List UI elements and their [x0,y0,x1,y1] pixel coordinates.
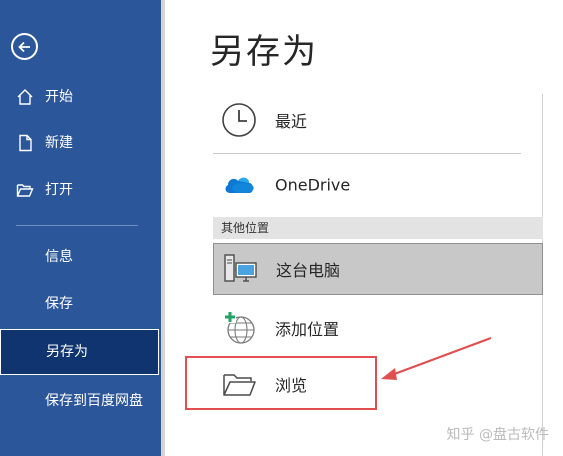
add-location-globe-icon [221,310,257,346]
sidebar-item-save[interactable]: 保存 [0,281,161,327]
page-title: 另存为 [210,32,318,72]
sidebar-item-label: 新建 [45,135,73,151]
home-icon [16,88,34,106]
location-label: 添加位置 [275,320,340,339]
back-button[interactable] [11,33,38,60]
sidebar-item-label: 保存 [45,296,73,312]
sidebar-item-home[interactable]: 开始 [0,74,161,120]
location-recent[interactable]: 最近 [213,94,543,146]
clock-icon [221,102,257,138]
sidebar-item-new[interactable]: 新建 [0,120,161,166]
sidebar-item-save-as[interactable]: 另存为 [0,329,159,375]
open-folder-icon [16,181,34,199]
computer-icon [222,251,258,287]
sidebar-item-open[interactable]: 打开 [0,167,161,213]
new-document-icon [16,134,34,152]
sidebar-item-info[interactable]: 信息 [0,234,161,280]
sidebar-divider [16,225,138,226]
sidebar-item-label: 打开 [45,182,73,198]
location-label: OneDrive [275,175,351,195]
location-label: 最近 [275,112,308,131]
watermark: 知乎 @盘古软件 [446,427,549,443]
back-arrow-icon [17,41,30,52]
other-locations-header: 其他位置 [213,217,543,239]
onedrive-cloud-icon [221,167,257,203]
save-as-panel: 另存为 最近 OneDrive 其他位置 这台电脑 添加位置 浏览 [161,0,563,456]
sidebar-item-label: 信息 [45,249,73,265]
sidebar-item-label: 另存为 [46,344,88,360]
location-divider [213,153,521,154]
location-label: 这台电脑 [276,261,341,280]
sidebar-item-label: 保存到百度网盘 [45,393,143,409]
sidebar-item-label: 开始 [45,89,73,105]
location-this-pc[interactable]: 这台电脑 [213,243,543,295]
sidebar-item-save-to-baidu[interactable]: 保存到百度网盘 [0,382,161,434]
location-onedrive[interactable]: OneDrive [213,159,543,211]
annotation-arrow [381,336,492,380]
backstage-sidebar: 开始 新建 打开 信息 保存 另存为 保存到百度网盘 [0,0,161,456]
browse-highlight-box [185,356,377,410]
